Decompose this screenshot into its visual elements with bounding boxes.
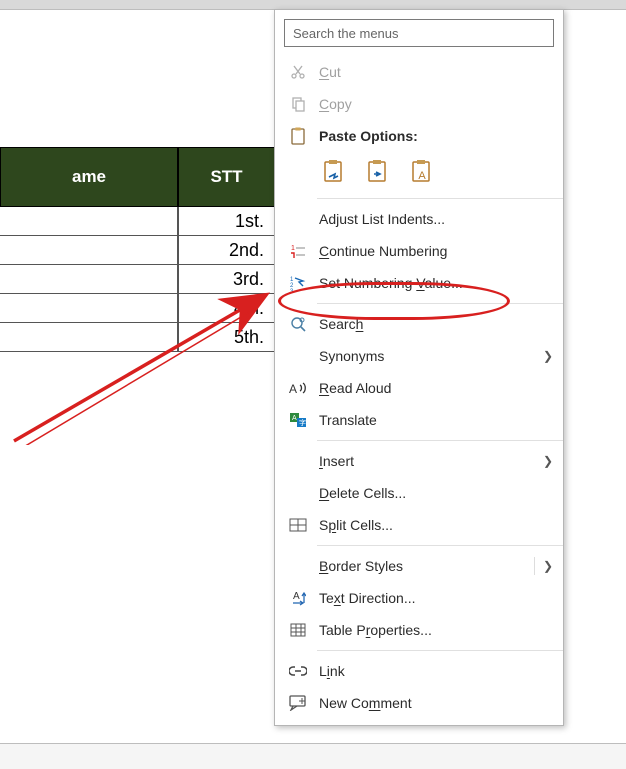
menu-cut[interactable]: Cut: [275, 56, 563, 88]
menu-link[interactable]: Link: [275, 655, 563, 687]
menu-item-label: Copy: [319, 96, 553, 112]
header-name: ame: [0, 147, 178, 207]
chevron-right-icon: ❯: [543, 454, 553, 468]
table-header-row: ame STT: [0, 147, 275, 207]
menu-translate[interactable]: A字 Translate: [275, 404, 563, 436]
menu-item-label: Border Styles: [319, 558, 534, 574]
menu-search-input[interactable]: [284, 19, 554, 47]
menu-delete-cells[interactable]: Delete Cells...: [275, 477, 563, 509]
menu-search[interactable]: Search: [275, 308, 563, 340]
svg-text:字: 字: [299, 418, 306, 427]
read-aloud-icon: A: [287, 378, 309, 398]
svg-text:A: A: [418, 170, 426, 182]
cell-stt[interactable]: 2nd.: [178, 236, 275, 265]
svg-text:A: A: [293, 591, 300, 602]
blank-icon: [287, 209, 309, 229]
menu-table-properties[interactable]: Table Properties...: [275, 614, 563, 646]
menu-item-label: Insert: [319, 453, 543, 469]
comment-icon: [287, 693, 309, 713]
cell-name[interactable]: [0, 236, 178, 265]
cell-stt[interactable]: 4th.: [178, 294, 275, 323]
menu-item-label: Continue Numbering: [319, 243, 553, 259]
blank-icon: [287, 451, 309, 471]
menu-item-label: Adjust List Indents...: [319, 211, 553, 227]
link-icon: [287, 661, 309, 681]
search-icon: [287, 314, 309, 334]
svg-text:3: 3: [290, 289, 294, 292]
cell-stt[interactable]: 5th.: [178, 323, 275, 352]
table: ame STT 1st. 2nd. 3rd. 4th. 5th.: [0, 147, 275, 352]
menu-new-comment[interactable]: New Comment: [275, 687, 563, 719]
chevron-right-icon: ❯: [543, 559, 553, 573]
cell-name[interactable]: [0, 323, 178, 352]
set-numbering-icon: 123: [287, 273, 309, 293]
menu-continue-numbering[interactable]: 1 Continue Numbering: [275, 235, 563, 267]
menu-item-label: New Comment: [319, 695, 553, 711]
cell-name[interactable]: [0, 207, 178, 236]
continue-numbering-icon: 1: [287, 241, 309, 261]
paste-options-row: A: [275, 152, 563, 194]
menu-item-label: Search: [319, 316, 553, 332]
menu-item-label: Delete Cells...: [319, 485, 553, 501]
paste-keep-source-button[interactable]: [319, 156, 349, 186]
clipboard-icon: [287, 126, 309, 146]
menu-insert[interactable]: Insert ❯: [275, 445, 563, 477]
svg-text:1: 1: [291, 245, 295, 252]
menu-item-label: Translate: [319, 412, 553, 428]
menu-item-label: Cut: [319, 64, 553, 80]
menu-item-label: Set Numbering Value...: [319, 275, 553, 291]
cell-stt[interactable]: 1st.: [178, 207, 275, 236]
blank-icon: [287, 346, 309, 366]
menu-paste-options-header: Paste Options:: [275, 120, 563, 152]
table-row[interactable]: 4th.: [0, 294, 275, 323]
menu-item-label: Paste Options:: [319, 128, 553, 144]
menu-item-label: Link: [319, 663, 553, 679]
table-row[interactable]: 1st.: [0, 207, 275, 236]
paste-text-only-button[interactable]: A: [407, 156, 437, 186]
menu-split-cells[interactable]: Split Cells...: [275, 509, 563, 541]
table-properties-icon: [287, 620, 309, 640]
table-row[interactable]: 2nd.: [0, 236, 275, 265]
context-menu: Cut Copy Paste Options: A Adjust List In…: [274, 9, 564, 726]
scissors-icon: [287, 62, 309, 82]
blank-icon: [287, 483, 309, 503]
translate-icon: A字: [287, 410, 309, 430]
cell-name[interactable]: [0, 294, 178, 323]
svg-text:A: A: [289, 382, 297, 396]
svg-text:A: A: [292, 415, 297, 422]
menu-set-numbering-value[interactable]: 123 Set Numbering Value...: [275, 267, 563, 299]
menu-item-label: Synonyms: [319, 348, 543, 364]
menu-item-label: Table Properties...: [319, 622, 553, 638]
menu-item-label: Read Aloud: [319, 380, 553, 396]
menu-synonyms[interactable]: Synonyms ❯: [275, 340, 563, 372]
copy-icon: [287, 94, 309, 114]
paste-merge-button[interactable]: [363, 156, 393, 186]
header-stt: STT: [178, 147, 275, 207]
menu-copy[interactable]: Copy: [275, 88, 563, 120]
chevron-right-icon: ❯: [543, 349, 553, 363]
ribbon-strip: [0, 0, 626, 9]
table-row[interactable]: 5th.: [0, 323, 275, 352]
cell-name[interactable]: [0, 265, 178, 294]
menu-text-direction[interactable]: A Text Direction...: [275, 582, 563, 614]
split-cells-icon: [287, 515, 309, 535]
table-row[interactable]: 3rd.: [0, 265, 275, 294]
menu-read-aloud[interactable]: A Read Aloud: [275, 372, 563, 404]
cell-stt[interactable]: 3rd.: [178, 265, 275, 294]
menu-item-label: Text Direction...: [319, 590, 553, 606]
text-direction-icon: A: [287, 588, 309, 608]
menu-border-styles[interactable]: Border Styles ❯: [275, 550, 563, 582]
blank-icon: [287, 556, 309, 576]
menu-item-label: Split Cells...: [319, 517, 553, 533]
split-separator: [534, 557, 535, 575]
menu-adjust-list-indents[interactable]: Adjust List Indents...: [275, 203, 563, 235]
